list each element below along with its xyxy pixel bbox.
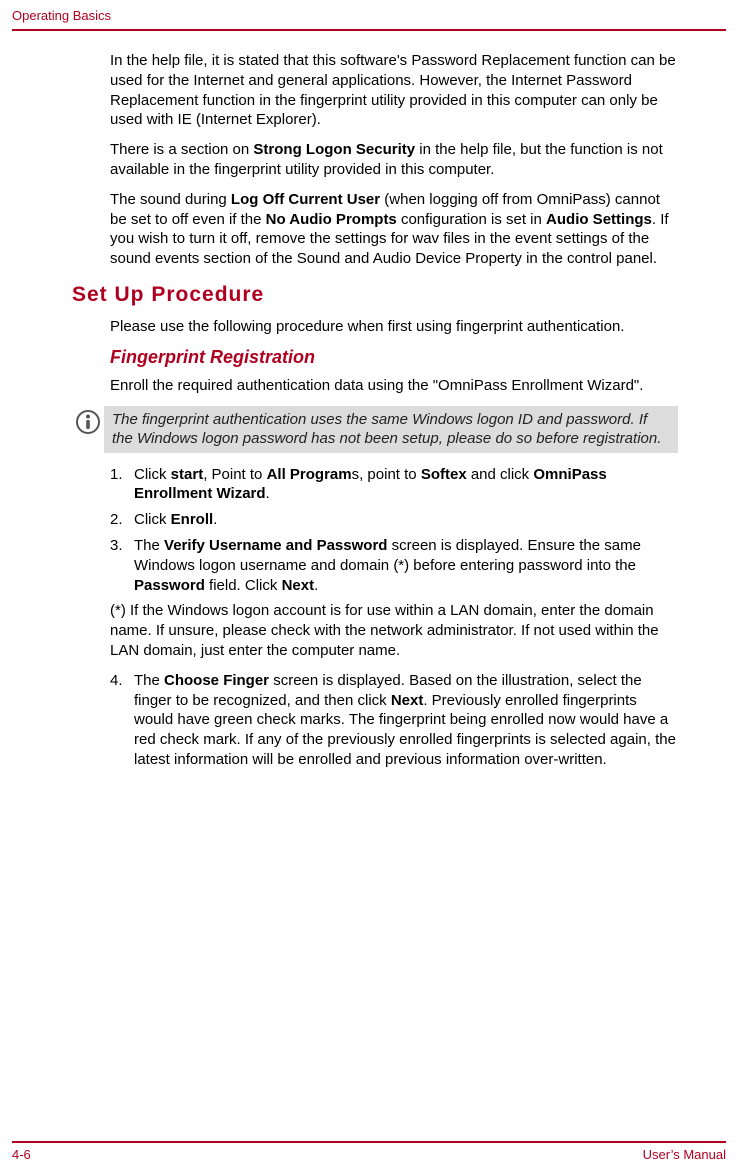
info-icon [76, 410, 104, 434]
list-number: 2. [110, 510, 134, 530]
bold-run: start [171, 466, 204, 483]
page: Operating Basics In the help file, it is… [0, 0, 738, 1172]
page-header: Operating Basics [0, 0, 738, 27]
bold-run: Audio Settings [546, 211, 652, 228]
list-number: 1. [110, 465, 134, 505]
body-paragraph: Enroll the required authentication data … [110, 376, 678, 396]
page-number: 4-6 [12, 1147, 31, 1162]
body-paragraph: The sound during Log Off Current User (w… [110, 190, 678, 269]
text-run: Click [134, 466, 171, 483]
text-run: The [134, 537, 164, 554]
text-run: The sound during [110, 191, 231, 208]
list-item: 1. Click start, Point to All Programs, p… [110, 465, 678, 505]
body-paragraph: (*) If the Windows logon account is for … [110, 601, 678, 660]
bold-run: Softex [421, 466, 467, 483]
list-item: 2. Click Enroll. [110, 510, 678, 530]
bold-run: No Audio Prompts [266, 211, 397, 228]
subheading: Fingerprint Registration [110, 347, 678, 368]
text-run: . [314, 577, 318, 594]
body-paragraph: There is a section on Strong Logon Secur… [110, 140, 678, 180]
text-run: , Point to [203, 466, 266, 483]
bold-run: Verify Username and Password [164, 537, 387, 554]
text-run: and click [467, 466, 534, 483]
text-run: s, point to [352, 466, 421, 483]
bold-run: Choose Finger [164, 672, 269, 689]
header-title: Operating Basics [12, 8, 726, 23]
note-text: The fingerprint authentication uses the … [104, 406, 678, 453]
section-title: Set Up Procedure [72, 283, 678, 307]
text-run: The [134, 672, 164, 689]
bold-run: Next [282, 577, 315, 594]
list-body: Click start, Point to All Programs, poin… [134, 465, 678, 505]
list-item: 4. The Choose Finger screen is displayed… [110, 671, 678, 770]
bold-run: All Program [267, 466, 352, 483]
bold-run: Strong Logon Security [253, 141, 415, 158]
text-run: There is a section on [110, 141, 253, 158]
page-footer: 4-6 User’s Manual [0, 1141, 738, 1172]
bold-run: Password [134, 577, 205, 594]
text-run: field. Click [205, 577, 282, 594]
list-body: The Choose Finger screen is displayed. B… [134, 671, 678, 770]
list-item: 3. The Verify Username and Password scre… [110, 536, 678, 595]
text-run: Click [134, 511, 171, 528]
list-body: Click Enroll. [134, 510, 678, 530]
list-number: 3. [110, 536, 134, 595]
text-run: . [266, 485, 270, 502]
body-paragraph: Please use the following procedure when … [110, 317, 678, 337]
list-body: The Verify Username and Password screen … [134, 536, 678, 595]
body-paragraph: In the help file, it is stated that this… [110, 51, 678, 130]
page-content: In the help file, it is stated that this… [0, 31, 738, 770]
text-run: . [213, 511, 217, 528]
list-number: 4. [110, 671, 134, 770]
bold-run: Enroll [171, 511, 214, 528]
manual-label: User’s Manual [643, 1147, 726, 1162]
text-run: configuration is set in [397, 211, 546, 228]
info-note: The fingerprint authentication uses the … [76, 406, 678, 453]
footer-row: 4-6 User’s Manual [0, 1143, 738, 1172]
bold-run: Log Off Current User [231, 191, 380, 208]
bold-run: Next [391, 692, 424, 709]
